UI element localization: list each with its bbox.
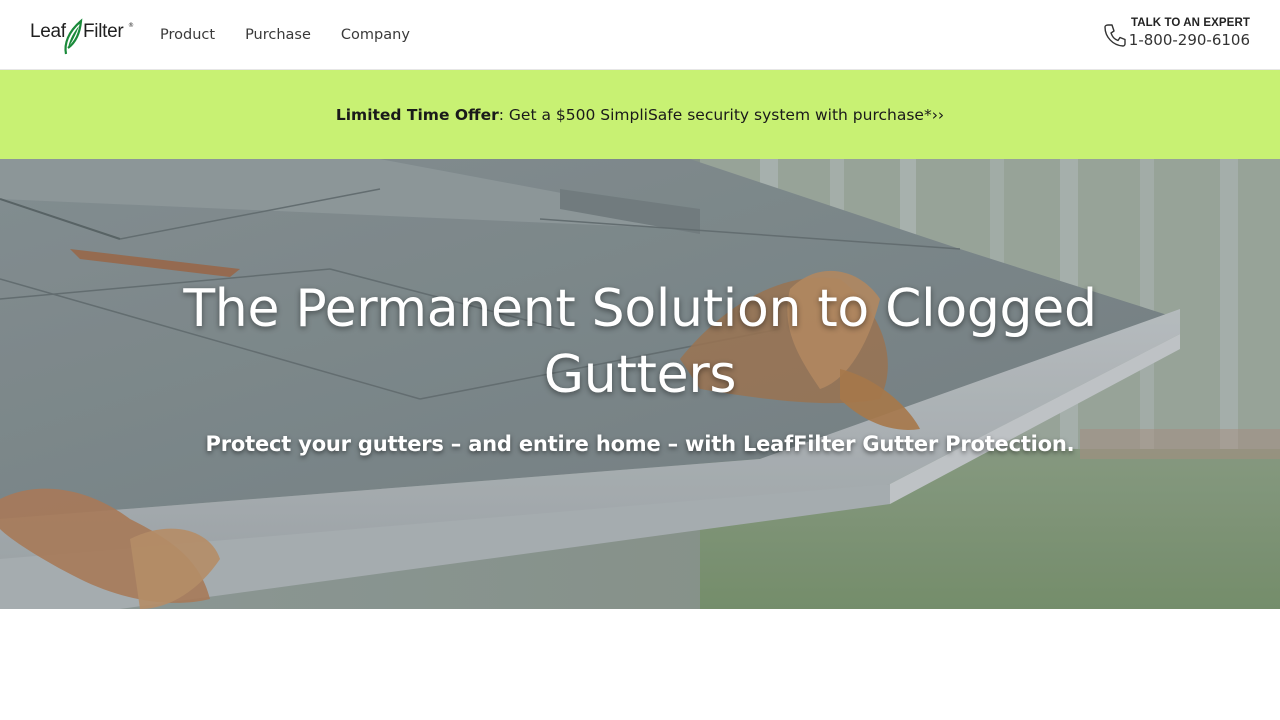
promo-arrow-icon: ›› — [931, 105, 945, 124]
talk-to-expert-label: TALK TO AN EXPERT — [1130, 17, 1250, 29]
hero-title: The Permanent Solution to Clogged Gutter… — [183, 279, 1097, 405]
hero-subtitle: Protect your gutters – and entire home –… — [205, 432, 1075, 456]
hero-section: The Permanent Solution to Clogged Gutter… — [0, 159, 1280, 609]
leaf-icon — [64, 18, 83, 55]
logo-text-leaf: Leaf — [30, 21, 66, 42]
promo-bold-text: Limited Time Offer — [335, 105, 499, 124]
phone-number-link[interactable]: 1-800-290-6106 — [1129, 30, 1250, 50]
nav-item-company[interactable]: Company — [341, 25, 410, 45]
promo-text: : Get a $500 SimpliSafe security system … — [498, 105, 932, 124]
phone-icon[interactable] — [1102, 22, 1128, 48]
logo-registered-mark: ® — [128, 22, 134, 29]
main-nav: Product Purchase Company — [160, 25, 440, 45]
leaffilter-logo[interactable]: Leaf Filter ® — [30, 18, 134, 56]
content-area — [0, 609, 1280, 720]
contact-block: TALK TO AN EXPERT 1-800-290-6106 — [1129, 16, 1250, 50]
promo-banner[interactable]: Limited Time Offer: Get a $500 SimpliSaf… — [0, 70, 1280, 159]
logo-text-filter: Filter — [83, 21, 124, 42]
nav-item-purchase[interactable]: Purchase — [245, 25, 311, 45]
nav-item-product[interactable]: Product — [160, 25, 215, 45]
site-header: Leaf Filter ® Product Purchase Company T… — [0, 0, 1280, 70]
